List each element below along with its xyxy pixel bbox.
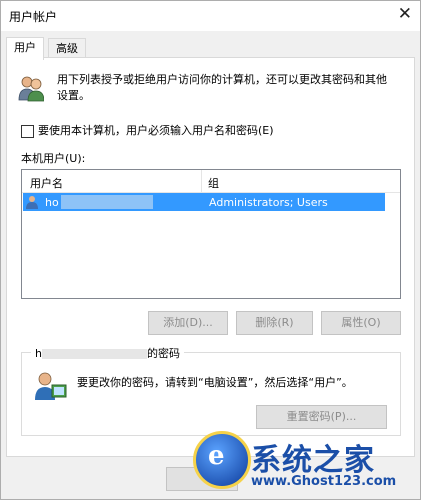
password-group-user: h [35,347,42,360]
watermark-logo-glyph: e [208,441,225,471]
add-button[interactable]: 添加(D)... [148,311,228,335]
tab-users[interactable]: 用户 [6,37,44,60]
table-row[interactable]: ho Administrators; Users [23,193,385,211]
require-password-label[interactable]: 要使用本计算机，用户必须输入用户名和密码(E) [38,122,274,138]
title-bar: 用户帐户 ✕ [1,1,420,31]
user-accounts-dialog: 用户帐户 ✕ 用户 高级 用下列表授予或拒绝用户访问你的计算机，还可以更改其密码… [0,0,421,500]
redacted-name [61,195,153,209]
column-divider[interactable] [201,170,202,192]
user-group: Administrators; Users [209,196,328,209]
redacted-name [41,349,147,359]
close-icon[interactable]: ✕ [398,4,412,24]
user-name: ho [45,196,59,209]
list-header: 用户名 组 [22,170,400,193]
column-header-username[interactable]: 用户名 [30,175,63,191]
column-header-group[interactable]: 组 [208,175,219,191]
properties-button[interactable]: 属性(O) [321,311,401,335]
window-title: 用户帐户 [9,10,58,24]
pc-settings-icon [35,372,67,400]
delete-button[interactable]: 删除(R) [236,311,313,335]
user-list[interactable]: 用户名 组 ho Administrators; Users [21,169,401,299]
watermark-url: www.Ghost123.com [251,474,397,489]
reset-password-button[interactable]: 重置密码(P)... [256,405,387,429]
user-list-label: 本机用户(U): [21,152,86,165]
require-password-checkbox[interactable] [21,125,34,138]
password-group-suffix: 的密码 [146,347,180,360]
users-icon [18,76,44,102]
password-group-title: h 的密码 [31,345,184,361]
intro-text: 用下列表授予或拒绝用户访问你的计算机，还可以更改其密码和其他设置。 [57,73,387,102]
watermark-title: 系统之家 [251,443,375,478]
tab-advanced[interactable]: 高级 [48,38,86,59]
password-instructions: 要更改你的密码，请转到“电脑设置”，然后选择“用户”。 [77,376,353,389]
user-icon [26,196,38,209]
